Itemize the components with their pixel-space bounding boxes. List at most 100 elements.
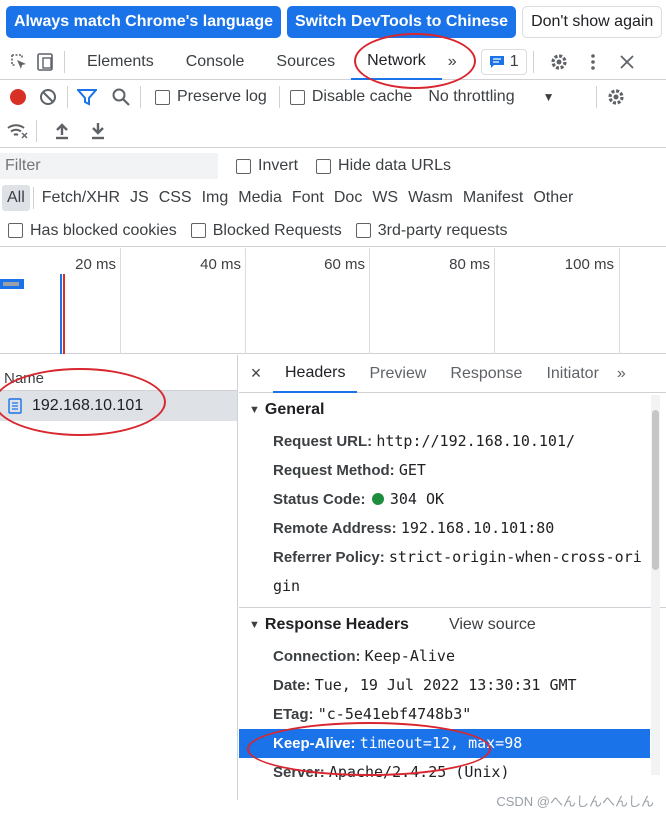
divider <box>278 86 280 108</box>
timeline-tick-label: 80 ms <box>449 256 490 273</box>
timeline-tick-label: 100 ms <box>564 256 614 273</box>
general-section-header[interactable]: ▼ General <box>239 393 666 427</box>
details-scrollbar-thumb[interactable] <box>652 410 659 570</box>
type-filter-ws[interactable]: WS <box>367 185 403 211</box>
connection-header-row: Connection: Keep-Alive <box>273 647 455 665</box>
chevron-down-icon[interactable]: ▼ <box>543 90 555 104</box>
message-icon <box>489 55 504 68</box>
resource-type-filters: All Fetch/XHR JS CSS Img Media Font Doc … <box>0 183 666 213</box>
close-details-icon[interactable]: × <box>239 363 273 384</box>
filter-icon[interactable] <box>74 84 100 110</box>
type-filter-font[interactable]: Font <box>287 185 329 211</box>
response-headers-section-header[interactable]: ▼ Response Headers View source <box>239 608 666 642</box>
import-har-upload-icon[interactable] <box>49 118 75 144</box>
status-code-row: Status Code: 304 OK <box>273 490 445 508</box>
remote-address-row: Remote Address: 192.168.10.101:80 <box>273 519 555 537</box>
timeline-gridline <box>619 248 620 354</box>
third-party-checkbox[interactable] <box>355 223 371 238</box>
preserve-log-label: Preserve log <box>177 88 267 105</box>
switch-chinese-button[interactable]: Switch DevTools to Chinese <box>287 6 517 38</box>
third-party-label: 3rd-party requests <box>377 221 508 239</box>
timeline-tick-label: 60 ms <box>324 256 365 273</box>
divider <box>532 50 534 73</box>
status-ok-dot-icon <box>371 493 384 505</box>
tab-response[interactable]: Response <box>438 355 534 393</box>
name-column-header[interactable]: Name <box>0 355 237 391</box>
request-list: Name 192.168.10.101 <box>0 355 238 800</box>
type-filter-img[interactable]: Img <box>197 185 234 211</box>
invert-checkbox[interactable] <box>236 158 251 174</box>
language-infobar: Always match Chrome's language Switch De… <box>0 0 666 44</box>
request-row[interactable]: 192.168.10.101 <box>0 391 237 421</box>
tab-network[interactable]: Network <box>351 44 442 80</box>
preserve-log-checkbox[interactable] <box>155 89 170 105</box>
server-header-row: Server: Apache/2.4.25 (Unix) <box>273 763 510 781</box>
has-blocked-cookies-label: Has blocked cookies <box>30 221 177 239</box>
keep-alive-header-row[interactable]: Keep-Alive: timeout=12, max=98 <box>239 729 650 758</box>
tab-console[interactable]: Console <box>170 44 261 80</box>
more-tabs-button[interactable]: » <box>442 44 463 80</box>
dont-show-again-button[interactable]: Don't show again <box>522 6 663 38</box>
type-filter-other[interactable]: Other <box>528 185 578 211</box>
view-source-link[interactable]: View source <box>449 616 536 634</box>
export-har-download-icon[interactable] <box>85 118 111 144</box>
request-name: 192.168.10.101 <box>32 397 144 414</box>
tab-sources[interactable]: Sources <box>260 44 351 80</box>
hide-data-urls-checkbox[interactable] <box>316 158 332 174</box>
divider <box>32 187 34 209</box>
more-detail-tabs-button[interactable]: » <box>611 355 632 393</box>
divider <box>64 50 65 73</box>
clear-icon[interactable] <box>35 84 61 110</box>
divider <box>140 86 141 108</box>
type-filter-css[interactable]: CSS <box>154 185 197 211</box>
timeline-tick-label: 40 ms <box>200 256 241 273</box>
hide-data-urls-label: Hide data URLs <box>338 157 451 174</box>
settings-gear-icon[interactable] <box>546 49 572 75</box>
disable-cache-checkbox[interactable] <box>289 89 305 105</box>
document-icon <box>8 398 22 414</box>
request-timing-bar <box>0 279 24 289</box>
filter-bar: Invert Hide data URLs <box>0 150 666 182</box>
type-filter-wasm[interactable]: Wasm <box>403 185 458 211</box>
type-filter-media[interactable]: Media <box>233 185 287 211</box>
blocked-filters: Has blocked cookies Blocked Requests 3rd… <box>0 215 666 247</box>
request-url-row: Request URL: http://192.168.10.101/ <box>273 432 576 450</box>
network-overview-timeline[interactable]: 20 ms 40 ms 60 ms 80 ms 100 ms <box>0 248 666 354</box>
network-toolbar-secondary <box>0 114 666 148</box>
blocked-requests-checkbox[interactable] <box>190 223 206 238</box>
network-conditions-wifi-icon[interactable] <box>4 118 30 144</box>
tab-initiator[interactable]: Initiator <box>534 355 610 393</box>
inspect-element-icon[interactable] <box>6 49 32 75</box>
timeline-gridline <box>120 248 121 354</box>
type-filter-js[interactable]: JS <box>125 185 154 211</box>
kebab-menu-icon[interactable] <box>580 49 606 75</box>
filter-input[interactable] <box>0 153 218 179</box>
tab-elements[interactable]: Elements <box>71 44 170 80</box>
devtools-tabbar: Elements Console Sources Network » 1 <box>0 44 666 80</box>
network-toolbar: Preserve log Disable cache No throttling… <box>0 80 666 114</box>
type-filter-doc[interactable]: Doc <box>329 185 367 211</box>
details-tabbar: × Headers Preview Response Initiator » <box>239 355 666 393</box>
type-filter-manifest[interactable]: Manifest <box>458 185 528 211</box>
load-event-line <box>63 274 65 354</box>
throttling-select[interactable]: No throttling <box>428 88 514 106</box>
disable-cache-label: Disable cache <box>311 88 413 105</box>
timeline-tick-label: 20 ms <box>75 256 116 273</box>
has-blocked-cookies-checkbox[interactable] <box>8 223 23 238</box>
triangle-down-icon: ▼ <box>249 404 260 416</box>
network-settings-gear-icon[interactable] <box>603 84 629 110</box>
triangle-down-icon: ▼ <box>249 619 260 631</box>
search-icon[interactable] <box>108 84 134 110</box>
tab-headers[interactable]: Headers <box>273 355 358 393</box>
close-devtools-icon[interactable] <box>614 49 640 75</box>
issues-badge-button[interactable]: 1 <box>480 48 527 75</box>
watermark-text: CSDN @へんしんへんしん <box>496 794 654 809</box>
issues-count: 1 <box>509 52 519 70</box>
device-toolbar-icon[interactable] <box>32 49 58 75</box>
request-method-row: Request Method: GET <box>273 461 426 479</box>
record-icon[interactable] <box>5 84 31 110</box>
tab-preview[interactable]: Preview <box>357 355 438 393</box>
type-filter-all[interactable]: All <box>2 185 30 211</box>
type-filter-fetch-xhr[interactable]: Fetch/XHR <box>37 185 125 211</box>
match-language-button[interactable]: Always match Chrome's language <box>6 6 281 38</box>
